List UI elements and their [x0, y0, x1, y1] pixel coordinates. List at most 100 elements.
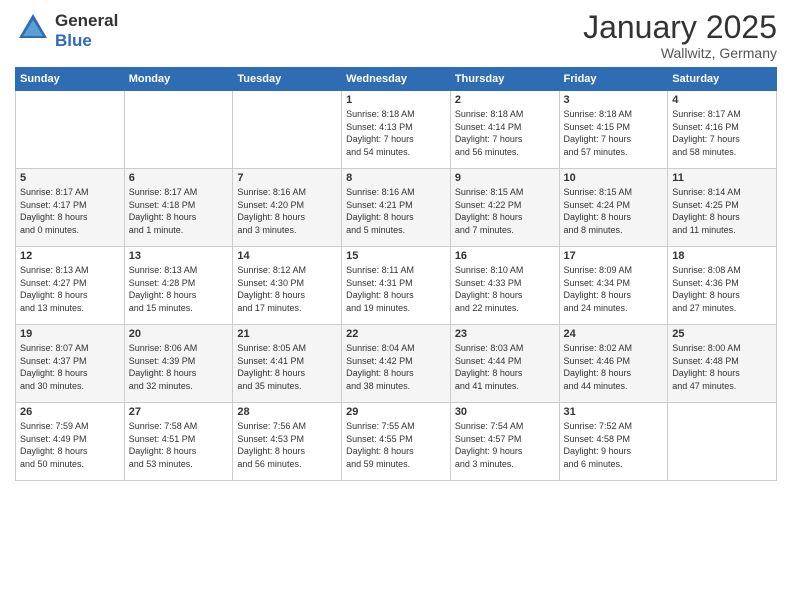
- week-row-4: 19Sunrise: 8:07 AM Sunset: 4:37 PM Dayli…: [16, 325, 777, 403]
- day-cell: 28 Sunrise: 7:56 AM Sunset: 4:53 PM Dayli…: [233, 403, 342, 481]
- day-info: Sunrise: 8:08 AM Sunset: 4:36 PM Dayligh…: [672, 264, 772, 314]
- day-info: Sunrise: 8:11 AM Sunset: 4:31 PM Dayligh…: [346, 264, 446, 314]
- day-info: Sunrise: 8:16 AM Sunset: 4:21 PM Dayligh…: [346, 186, 446, 236]
- weekday-header-row: SundayMondayTuesdayWednesdayThursdayFrid…: [16, 68, 777, 91]
- weekday-header-tuesday: Tuesday: [233, 68, 342, 91]
- day-cell: 15 Sunrise: 8:11 AM Sunset: 4:31 PM Dayli…: [342, 247, 451, 325]
- day-info: Sunrise: 8:10 AM Sunset: 4:33 PM Dayligh…: [455, 264, 555, 314]
- day-info: Sunrise: 7:52 AM Sunset: 4:58 PM Dayligh…: [564, 420, 664, 470]
- day-number: 26: [20, 406, 120, 418]
- day-cell: 3Sunrise: 8:18 AM Sunset: 4:15 PM Daylig…: [559, 91, 668, 169]
- page-header: General Blue January 2025 Wallwitz, Germ…: [15, 10, 777, 61]
- day-info: Sunrise: 8:18 AM Sunset: 4:14 PM Dayligh…: [455, 108, 555, 158]
- day-info: Sunrise: 8:13 AM Sunset: 4:28 PM Dayligh…: [129, 264, 229, 314]
- weekday-header-wednesday: Wednesday: [342, 68, 451, 91]
- week-row-2: 5Sunrise: 8:17 AM Sunset: 4:17 PM Daylig…: [16, 169, 777, 247]
- day-cell: 24Sunrise: 8:02 AM Sunset: 4:46 PM Dayli…: [559, 325, 668, 403]
- day-info: Sunrise: 7:55 AM Sunset: 4:55 PM Dayligh…: [346, 420, 446, 470]
- day-cell: 11Sunrise: 8:14 AM Sunset: 4:25 PM Dayli…: [668, 169, 777, 247]
- logo-text: General Blue: [55, 11, 118, 50]
- day-info: Sunrise: 8:15 AM Sunset: 4:22 PM Dayligh…: [455, 186, 555, 236]
- day-number: 30: [455, 406, 555, 418]
- logo-blue: Blue: [55, 31, 118, 51]
- day-number: 9: [455, 172, 555, 184]
- day-number: 7: [237, 172, 337, 184]
- day-number: 20: [129, 328, 229, 340]
- day-number: 22: [346, 328, 446, 340]
- day-number: 31: [564, 406, 664, 418]
- logo-icon: [15, 10, 51, 51]
- day-info: Sunrise: 8:06 AM Sunset: 4:39 PM Dayligh…: [129, 342, 229, 392]
- day-info: Sunrise: 8:09 AM Sunset: 4:34 PM Dayligh…: [564, 264, 664, 314]
- day-cell: [124, 91, 233, 169]
- day-cell: [668, 403, 777, 481]
- day-info: Sunrise: 8:16 AM Sunset: 4:20 PM Dayligh…: [237, 186, 337, 236]
- day-number: 6: [129, 172, 229, 184]
- day-info: Sunrise: 8:00 AM Sunset: 4:48 PM Dayligh…: [672, 342, 772, 392]
- day-cell: 8 Sunrise: 8:16 AM Sunset: 4:21 PM Daylig…: [342, 169, 451, 247]
- day-number: 5: [20, 172, 120, 184]
- day-number: 15: [346, 250, 446, 262]
- day-cell: 20 Sunrise: 8:06 AM Sunset: 4:39 PM Dayli…: [124, 325, 233, 403]
- logo: General Blue: [15, 10, 118, 51]
- calendar: SundayMondayTuesdayWednesdayThursdayFrid…: [15, 67, 777, 481]
- location: Wallwitz, Germany: [583, 45, 777, 61]
- day-info: Sunrise: 7:54 AM Sunset: 4:57 PM Dayligh…: [455, 420, 555, 470]
- day-info: Sunrise: 8:17 AM Sunset: 4:16 PM Dayligh…: [672, 108, 772, 158]
- day-cell: 23 Sunrise: 8:03 AM Sunset: 4:44 PM Dayli…: [450, 325, 559, 403]
- day-cell: 27 Sunrise: 7:58 AM Sunset: 4:51 PM Dayli…: [124, 403, 233, 481]
- day-info: Sunrise: 8:18 AM Sunset: 4:13 PM Dayligh…: [346, 108, 446, 158]
- day-info: Sunrise: 8:05 AM Sunset: 4:41 PM Dayligh…: [237, 342, 337, 392]
- day-info: Sunrise: 7:59 AM Sunset: 4:49 PM Dayligh…: [20, 420, 120, 470]
- day-cell: [16, 91, 125, 169]
- day-info: Sunrise: 7:58 AM Sunset: 4:51 PM Dayligh…: [129, 420, 229, 470]
- day-number: 23: [455, 328, 555, 340]
- day-number: 28: [237, 406, 337, 418]
- day-number: 2: [455, 94, 555, 106]
- day-info: Sunrise: 8:17 AM Sunset: 4:18 PM Dayligh…: [129, 186, 229, 236]
- weekday-header-monday: Monday: [124, 68, 233, 91]
- day-number: 21: [237, 328, 337, 340]
- day-number: 1: [346, 94, 446, 106]
- day-number: 17: [564, 250, 664, 262]
- day-cell: 2 Sunrise: 8:18 AM Sunset: 4:14 PM Daylig…: [450, 91, 559, 169]
- weekday-header-saturday: Saturday: [668, 68, 777, 91]
- day-info: Sunrise: 8:12 AM Sunset: 4:30 PM Dayligh…: [237, 264, 337, 314]
- day-number: 27: [129, 406, 229, 418]
- day-info: Sunrise: 7:56 AM Sunset: 4:53 PM Dayligh…: [237, 420, 337, 470]
- day-number: 16: [455, 250, 555, 262]
- day-number: 24: [564, 328, 664, 340]
- day-info: Sunrise: 8:18 AM Sunset: 4:15 PM Dayligh…: [564, 108, 664, 158]
- day-cell: 26 Sunrise: 7:59 AM Sunset: 4:49 PM Dayli…: [16, 403, 125, 481]
- day-cell: 19Sunrise: 8:07 AM Sunset: 4:37 PM Dayli…: [16, 325, 125, 403]
- day-cell: 30 Sunrise: 7:54 AM Sunset: 4:57 PM Dayli…: [450, 403, 559, 481]
- day-info: Sunrise: 8:04 AM Sunset: 4:42 PM Dayligh…: [346, 342, 446, 392]
- week-row-1: 1 Sunrise: 8:18 AM Sunset: 4:13 PM Daylig…: [16, 91, 777, 169]
- day-number: 14: [237, 250, 337, 262]
- day-number: 18: [672, 250, 772, 262]
- day-cell: 7 Sunrise: 8:16 AM Sunset: 4:20 PM Daylig…: [233, 169, 342, 247]
- day-number: 13: [129, 250, 229, 262]
- day-cell: 18 Sunrise: 8:08 AM Sunset: 4:36 PM Dayli…: [668, 247, 777, 325]
- logo-general: General: [55, 11, 118, 31]
- day-cell: 16 Sunrise: 8:10 AM Sunset: 4:33 PM Dayli…: [450, 247, 559, 325]
- day-number: 8: [346, 172, 446, 184]
- day-cell: 14 Sunrise: 8:12 AM Sunset: 4:30 PM Dayli…: [233, 247, 342, 325]
- day-cell: 5Sunrise: 8:17 AM Sunset: 4:17 PM Daylig…: [16, 169, 125, 247]
- day-cell: 13 Sunrise: 8:13 AM Sunset: 4:28 PM Dayli…: [124, 247, 233, 325]
- day-info: Sunrise: 8:03 AM Sunset: 4:44 PM Dayligh…: [455, 342, 555, 392]
- week-row-5: 26 Sunrise: 7:59 AM Sunset: 4:49 PM Dayli…: [16, 403, 777, 481]
- week-row-3: 12Sunrise: 8:13 AM Sunset: 4:27 PM Dayli…: [16, 247, 777, 325]
- day-info: Sunrise: 8:15 AM Sunset: 4:24 PM Dayligh…: [564, 186, 664, 236]
- month-title: January 2025: [583, 10, 777, 45]
- day-cell: 29 Sunrise: 7:55 AM Sunset: 4:55 PM Dayli…: [342, 403, 451, 481]
- title-section: January 2025 Wallwitz, Germany: [583, 10, 777, 61]
- weekday-header-sunday: Sunday: [16, 68, 125, 91]
- day-number: 12: [20, 250, 120, 262]
- weekday-header-friday: Friday: [559, 68, 668, 91]
- day-cell: 6 Sunrise: 8:17 AM Sunset: 4:18 PM Daylig…: [124, 169, 233, 247]
- day-cell: 22 Sunrise: 8:04 AM Sunset: 4:42 PM Dayli…: [342, 325, 451, 403]
- day-cell: 9 Sunrise: 8:15 AM Sunset: 4:22 PM Daylig…: [450, 169, 559, 247]
- day-number: 29: [346, 406, 446, 418]
- day-cell: 12Sunrise: 8:13 AM Sunset: 4:27 PM Dayli…: [16, 247, 125, 325]
